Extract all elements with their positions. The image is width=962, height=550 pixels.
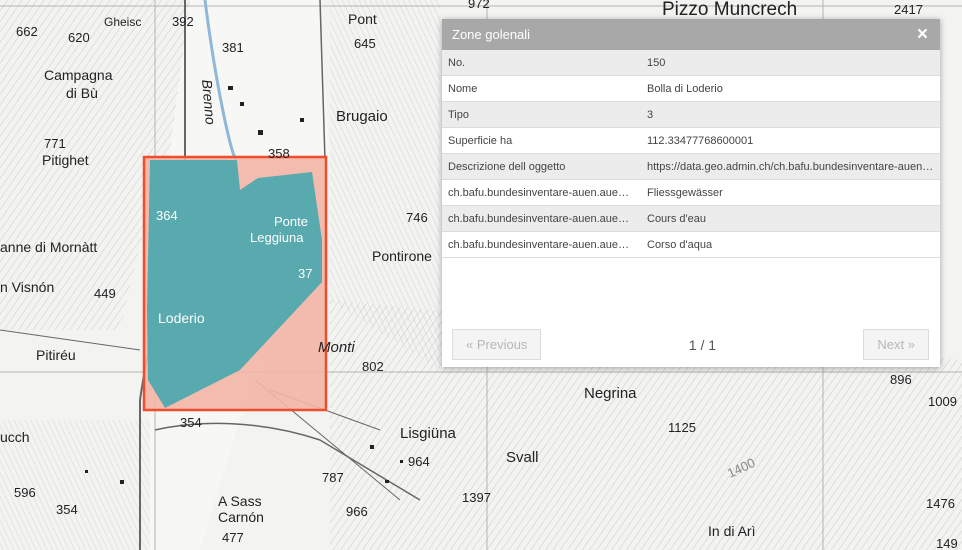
next-button[interactable]: Next » <box>863 329 929 360</box>
height-364: 364 <box>156 208 178 223</box>
height-1009: 1009 <box>928 394 957 409</box>
map-label-svall: Svall <box>506 449 539 466</box>
height-620: 620 <box>68 30 90 45</box>
height-37: 37 <box>298 266 312 281</box>
map-label-carnon: Carnón <box>218 509 264 525</box>
height-662: 662 <box>16 24 38 39</box>
height-746: 746 <box>406 210 428 225</box>
table-row: Tipo 3 <box>442 101 940 128</box>
map-label-pont: Pont <box>348 11 377 27</box>
attribute-value-link[interactable]: https://data.geo.admin.ch/ch.bafu.bundes… <box>641 153 940 180</box>
height-354: 354 <box>180 415 202 430</box>
table-row: Nome Bolla di Loderio <box>442 75 940 102</box>
attribute-key: Superficie ha <box>442 127 641 154</box>
height-787: 787 <box>322 470 344 485</box>
map-label-ucch: ucch <box>0 429 30 445</box>
attribute-value: 3 <box>641 101 940 128</box>
table-row: ch.bafu.bundesinventare-auen.auen t… Flie… <box>442 179 940 206</box>
map-label-pitireu: Pitiréu <box>36 347 76 363</box>
map-label-gheisc: Gheisc <box>104 15 141 29</box>
attribute-key: ch.bafu.bundesinventare-auen.auen t… <box>442 205 641 232</box>
height-1476: 1476 <box>926 496 955 511</box>
map-label-brugaio: Brugaio <box>336 108 388 125</box>
map-label-campagna: Campagna <box>44 67 113 83</box>
height-896: 896 <box>890 372 912 387</box>
attribute-key: ch.bafu.bundesinventare-auen.auen t… <box>442 231 641 258</box>
map-label-leggiuna: Leggiuna <box>250 230 304 245</box>
height-477: 477 <box>222 530 244 545</box>
map-label-lisgiuna: Lisgiüna <box>400 425 457 442</box>
popup-header: Zone golenali × <box>442 19 940 50</box>
map-label-in-di-ari: In di Arì <box>708 523 755 539</box>
map-label-visnon: n Visnón <box>0 279 54 295</box>
height-771: 771 <box>44 136 66 151</box>
map-label-pontirone: Pontirone <box>372 248 432 264</box>
height-354b: 354 <box>56 502 78 517</box>
table-row: ch.bafu.bundesinventare-auen.auen t… Cors… <box>442 231 940 258</box>
attribute-value: Bolla di Loderio <box>641 75 940 102</box>
attribute-key: Nome <box>442 75 641 102</box>
attribute-table: No. 150 Nome Bolla di Loderio Tipo 3 Superf… <box>442 50 940 258</box>
feature-info-popup: Zone golenali × No. 150 Nome Bolla di Lode… <box>442 19 940 367</box>
attribute-value: 150 <box>641 50 940 76</box>
height-964: 964 <box>408 454 430 469</box>
height-1397: 1397 <box>462 490 491 505</box>
table-row: Descrizione dell oggetto https://data.geo… <box>442 153 940 180</box>
height-149: 149 <box>936 536 958 550</box>
table-row: ch.bafu.bundesinventare-auen.auen t… Cour… <box>442 205 940 232</box>
close-icon[interactable]: × <box>917 25 928 44</box>
height-596: 596 <box>14 485 36 500</box>
height-2417: 2417 <box>894 2 923 17</box>
previous-button[interactable]: « Previous <box>452 329 542 360</box>
height-449: 449 <box>94 286 116 301</box>
page-counter: 1 / 1 <box>688 336 717 353</box>
table-row: Superficie ha 112.33477768600001 <box>442 127 940 154</box>
height-392: 392 <box>172 14 194 29</box>
attribute-key: No. <box>442 50 641 76</box>
height-381: 381 <box>222 40 244 55</box>
height-358: 358 <box>268 146 290 161</box>
attribute-key: Descrizione dell oggetto <box>442 153 641 180</box>
height-1125: 1125 <box>668 420 696 435</box>
map-label-pizzo-muncrech: Pizzo Muncrech <box>662 0 797 20</box>
attribute-value: Cours d'eau <box>641 205 940 232</box>
map-label-pitighet: Pitighet <box>42 152 89 168</box>
attribute-value: 112.33477768600001 <box>641 127 940 154</box>
map-label-loderio: Loderio <box>158 310 205 326</box>
height-802: 802 <box>362 359 384 374</box>
height-966: 966 <box>346 504 368 519</box>
map-label-ponte: Ponte <box>274 214 308 229</box>
table-row: No. 150 <box>442 50 940 76</box>
map-label-negrina: Negrina <box>584 385 637 402</box>
popup-title: Zone golenali <box>452 27 531 42</box>
attribute-value: Corso d'aqua <box>641 231 940 258</box>
attribute-key: Tipo <box>442 101 641 128</box>
height-972: 972 <box>468 0 490 11</box>
map-label-monti: Monti <box>318 339 355 356</box>
attribute-value: Fliessgewässer <box>641 179 940 206</box>
map-label-mornatt: anne di Mornàtt <box>0 239 97 255</box>
map-label-di-bu: di Bù <box>66 85 98 101</box>
height-645: 645 <box>354 36 376 51</box>
pagination: « Previous 1 / 1 Next » <box>452 329 929 360</box>
attribute-key: ch.bafu.bundesinventare-auen.auen t… <box>442 179 641 206</box>
map-label-a-sass: A Sass <box>218 493 262 509</box>
